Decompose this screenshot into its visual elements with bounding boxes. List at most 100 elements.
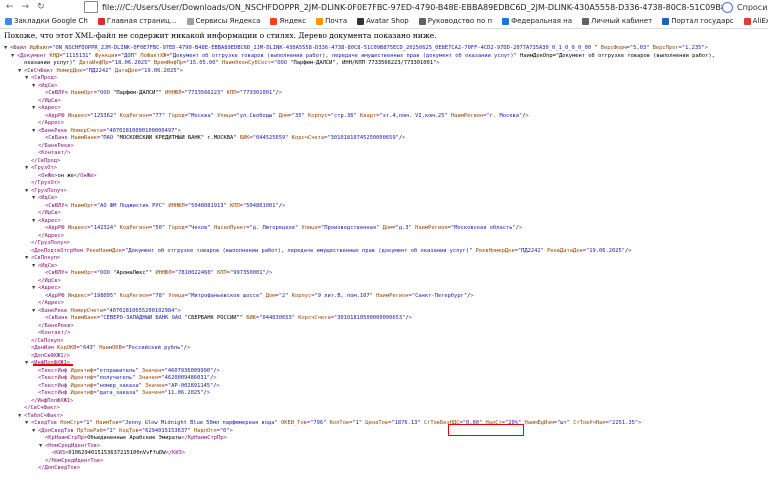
xml-line-text: <СвСчФакт НомерДок="ПД2242" ДатаДок="19.… — [24, 67, 184, 74]
bookmark-favicon-icon — [662, 17, 670, 25]
xml-line: <КИЗ>0106294015153637215100nVvFfuDW</КИЗ… — [0, 450, 768, 458]
bookmark-label: Личный кабинет — [591, 17, 653, 25]
xml-line[interactable]: ▼ <БанкРекв НомерСчета="40702810000100000… — [0, 128, 768, 136]
url-field[interactable]: file:///C:/Users/User/Downloads/ON_NSCHF… — [102, 3, 722, 12]
xml-line-text: </Адрес> — [38, 120, 64, 126]
xml-line[interactable]: ▼ <СвСчФакт НомерДок="ПД2242" ДатаДок="19… — [0, 68, 768, 76]
bookmark-item[interactable]: Сервисы Яндекса — [182, 17, 266, 25]
bookmark-label: Яндекс — [279, 17, 307, 25]
xml-line: <ТекстИнф Идентиф="получатель" Значен="4… — [0, 375, 768, 383]
bookmark-favicon-icon — [418, 17, 426, 25]
xml-line-text: </БанкРекв> — [38, 142, 74, 149]
xml-line-text: <Адрес> — [38, 285, 61, 291]
ai-assistant-button[interactable]: Спроси — [722, 1, 768, 13]
xml-line: </СвПрод> — [0, 158, 768, 166]
xml-line-text: <ОнЖе>он же</ОнЖе> — [38, 172, 97, 179]
xml-line[interactable]: ▼ <СведТов НомСтр="1" НаимТов="Jenny Glow… — [0, 420, 768, 428]
xml-line[interactable]: ▼ <ГрузПолуч> — [0, 188, 768, 196]
xml-line[interactable]: ▼ <НомСредИдентТов> — [0, 443, 768, 451]
bookmarks-bar: Закладки Google Ch Главная страниц... Серв… — [0, 14, 768, 29]
xml-line[interactable]: ▼ <ИнфПолФХЖ1> — [0, 360, 768, 368]
xml-line[interactable]: ▼ <ТаблСчФакт> — [0, 413, 768, 421]
bookmark-item[interactable]: AliExpress - интер — [739, 17, 768, 25]
xml-line: </ИдСв> — [0, 278, 768, 286]
xml-line-text: </Адрес> — [38, 300, 64, 306]
xml-line[interactable]: ▼ <СвПокуп> — [0, 255, 768, 263]
xml-line: </ГрузОт> — [0, 180, 768, 188]
xml-line-text: <БанкРекв НомерСчета="407028106552001029… — [38, 307, 181, 314]
back-icon[interactable]: ← — [6, 2, 14, 12]
xml-line: </Адрес> — [0, 120, 768, 128]
xml-line-text: <АдрРФ Индекс="125362" КодРегион="77" Го… — [45, 112, 529, 119]
bookmark-item[interactable]: Федеральная на — [497, 17, 577, 25]
xml-line: </ДопСведТов> — [0, 465, 768, 473]
xml-line: <Контакт/> — [0, 330, 768, 338]
annotation-underline — [33, 364, 73, 366]
bookmark-favicon-icon — [5, 17, 12, 25]
xml-line[interactable]: ▼ <Документ КНД="1115131" Функция="ДОП" П… — [0, 53, 768, 61]
xml-line[interactable]: ▼ <Файл ИдФайл="ON_NSCHFDOPPR_2JM-DLINK-0… — [0, 45, 768, 53]
xml-line-text: <ДенИзм КодОКВ="643" НаимОКВ="Российский… — [31, 345, 191, 351]
address-bar: ← → ↻ file:///C:/Users/User/Downloads/ON… — [0, 0, 768, 14]
bookmark-label: Руководство по п — [427, 17, 493, 25]
xml-line-text: <КрНаимСтрПр>Объединенные Арабские Эмира… — [45, 435, 227, 441]
xml-line: <ДокПодтвОтгрНом РеквНаимДок="Документ о… — [0, 248, 768, 256]
bookmark-label: Главная страниц... — [106, 17, 177, 25]
xml-line[interactable]: ▼ <Адрес> — [0, 285, 768, 293]
xml-line-text: <СвБанк НаимБанк="ПАО "МОСКОВСКИЙ КРЕДИТ… — [45, 135, 406, 141]
xml-line-text: <ТекстИнф Идентиф="получатель" Значен="4… — [38, 375, 217, 381]
xml-line-text: <ДопСведТов ПрТовРаб="1" КодТов="6294015… — [38, 427, 233, 434]
assistant-icon — [722, 1, 733, 13]
xml-line-text: <ДокПодтвОтгрНом РеквНаимДок="Документ о… — [31, 247, 632, 254]
bookmark-label: Почта — [325, 17, 348, 25]
xml-line[interactable]: ▼ <Адрес> — [0, 105, 768, 113]
xml-line-text: </ИнфПолФХЖ1> — [31, 397, 74, 404]
xml-line-text: <ИдСв> — [38, 82, 58, 89]
xml-line: </ГрузПолуч> — [0, 240, 768, 248]
xml-line: </ИдСв> — [0, 98, 768, 106]
xml-line-text: </СвПрод> — [31, 157, 61, 164]
xml-line[interactable]: ▼ <Адрес> — [0, 218, 768, 226]
xml-line-text: </ИдСв> — [38, 277, 61, 284]
xml-line[interactable]: ▼ <ИдСв> — [0, 83, 768, 91]
xml-line: </БанкРекв> — [0, 143, 768, 151]
xml-line: оказании услуг)" ДатаИнфПр="18.06.2025" … — [0, 60, 768, 68]
forward-icon[interactable]: → — [22, 2, 30, 12]
xml-line[interactable]: ▼ <БанкРекв НомерСчета="40702810655200102… — [0, 308, 768, 316]
xml-line: <АдрРФ Индекс="142324" КодРегион="50" Го… — [0, 225, 768, 233]
bookmark-item[interactable]: Avatar Shop — [352, 17, 414, 25]
xml-line-text: </Адрес> — [38, 232, 64, 239]
bookmark-item[interactable]: Главная страниц... — [93, 17, 182, 25]
bookmark-item[interactable]: Почта — [311, 17, 352, 25]
xml-line-text: <СвЮЛУч НаимОрг="АО ФМ Лоджистик РУС" ИН… — [45, 202, 286, 209]
xml-line-text: </ИдСв> — [38, 97, 61, 104]
xml-line: <СвЮЛУч НаимОрг="ООО "АромаЛюкс"" ИННЮЛ=… — [0, 270, 768, 278]
bookmark-item[interactable]: Яндекс — [265, 17, 311, 25]
bookmark-favicon-icon — [186, 17, 194, 25]
xml-line-text: </СвПокуп> — [31, 337, 64, 344]
xml-line-text: <ИдСв> — [38, 262, 58, 269]
xml-line[interactable]: ▼ <ГрузОт> — [0, 165, 768, 173]
bookmark-favicon-icon — [582, 17, 590, 25]
xml-line-text: <КИЗ>0106294015153637215100nVvFfuDW</КИЗ… — [52, 450, 186, 456]
xml-line: </БанкРекв> — [0, 323, 768, 331]
xml-line: </Адрес> — [0, 300, 768, 308]
xml-line-text: <Контакт/> — [38, 150, 71, 156]
bookmark-item[interactable]: Закладки Google Ch — [0, 17, 93, 25]
bookmark-favicon-icon — [743, 17, 751, 25]
bookmark-label: Закладки Google Ch — [14, 17, 88, 25]
xml-line-text: </ГрузОт> — [31, 180, 61, 186]
xml-line-text: </СвСчФакт> — [24, 405, 60, 411]
reload-icon[interactable]: ↻ — [37, 2, 45, 12]
xml-line[interactable]: ▼ <ИдСв> — [0, 263, 768, 271]
xml-line[interactable]: ▼ <СвПрод> — [0, 75, 768, 83]
bookmark-item[interactable]: Руководство по п — [414, 17, 497, 25]
bookmark-item[interactable]: Портал государс — [657, 17, 738, 25]
xml-line: </ИнфПолФХЖ1> — [0, 398, 768, 406]
assistant-label: Спроси — [737, 2, 768, 12]
xml-line[interactable]: ▼ <ИдСв> — [0, 195, 768, 203]
xml-line[interactable]: ▼ <ДопСведТов ПрТовРаб="1" КодТов="629401… — [0, 428, 768, 436]
bookmark-item[interactable]: Личный кабинет — [577, 17, 657, 25]
xml-line-text: <Адрес> — [38, 105, 61, 111]
nav-buttons: ← → ↻ — [0, 2, 62, 12]
